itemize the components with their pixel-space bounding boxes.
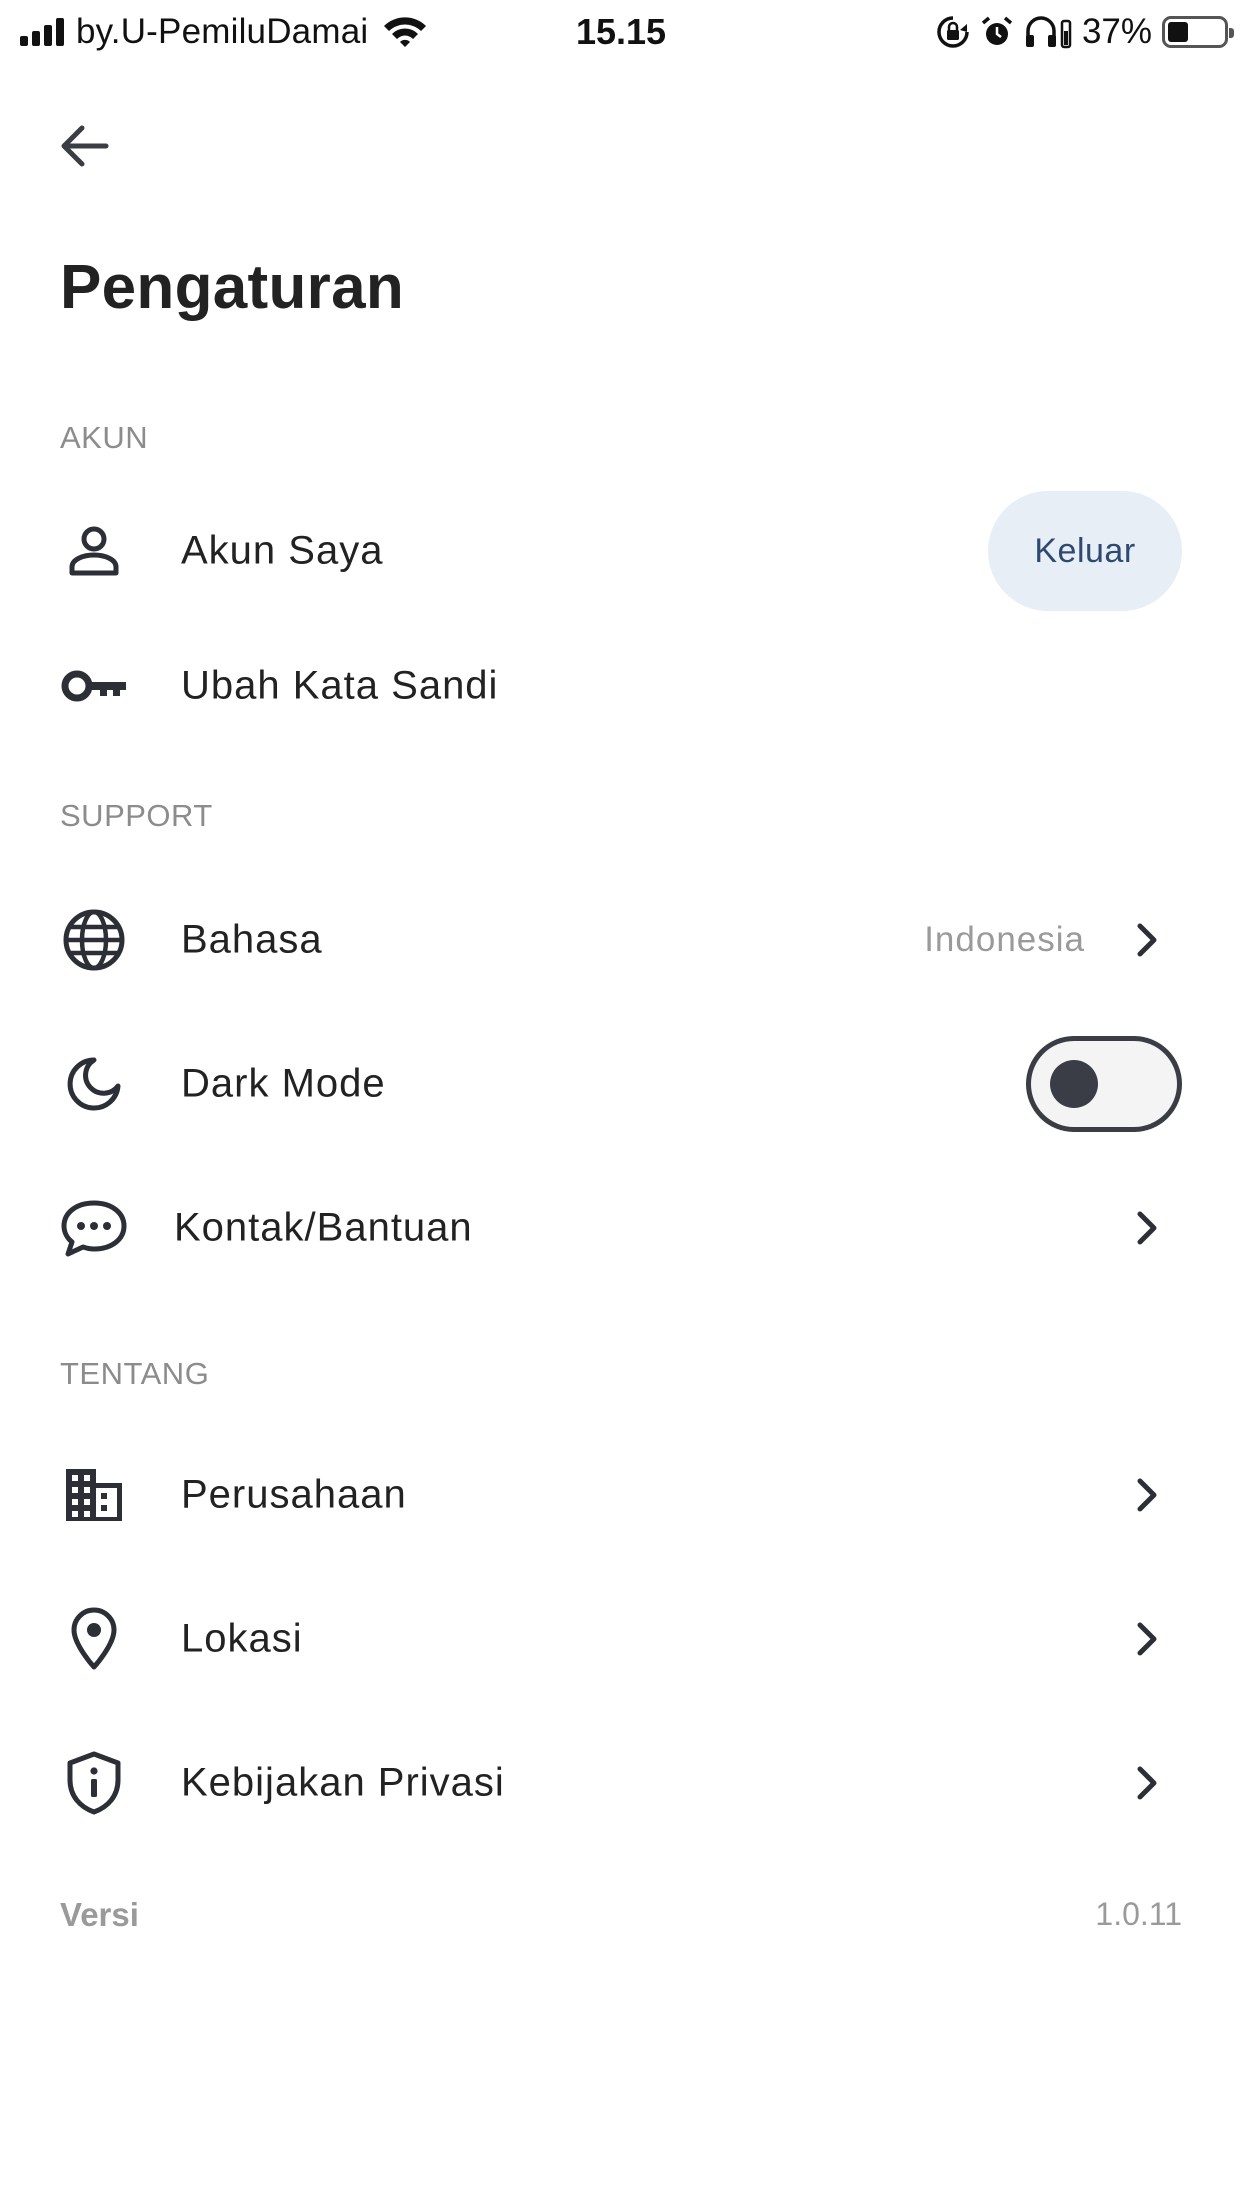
status-bar: by.U-PemiluDamai 15.15 37%	[0, 0, 1242, 64]
chevron-right-icon	[1137, 1478, 1157, 1512]
section-title-support: SUPPORT	[60, 798, 213, 833]
account-row[interactable]: Akun Saya Keluar	[0, 491, 1242, 611]
version-label: Versi	[60, 1896, 139, 1933]
location-pin-icon	[60, 1605, 128, 1673]
building-icon	[60, 1461, 128, 1529]
account-label: Akun Saya	[181, 528, 384, 573]
dark-mode-label: Dark Mode	[181, 1061, 386, 1106]
version-row: Versi 1.0.11	[60, 1896, 1182, 1946]
alarm-icon	[981, 16, 1013, 45]
contact-row[interactable]: Kontak/Bantuan	[0, 1168, 1242, 1288]
moon-icon	[60, 1050, 128, 1118]
change-password-row[interactable]: Ubah Kata Sandi	[0, 626, 1242, 746]
chat-bubble-icon	[60, 1194, 128, 1262]
chevron-right-icon	[1137, 923, 1157, 957]
battery-icon	[1162, 16, 1234, 48]
shield-info-icon	[60, 1749, 128, 1817]
chevron-right-icon	[1137, 1622, 1157, 1656]
section-title-about: TENTANG	[60, 1356, 210, 1391]
rotation-lock-icon	[937, 16, 969, 48]
back-button[interactable]	[54, 116, 114, 176]
chevron-right-icon	[1137, 1766, 1157, 1800]
location-label: Lokasi	[181, 1616, 303, 1661]
company-row[interactable]: Perusahaan	[0, 1435, 1242, 1555]
dark-mode-row: Dark Mode	[0, 1024, 1242, 1144]
contact-label: Kontak/Bantuan	[174, 1205, 473, 1250]
globe-icon	[60, 906, 128, 974]
language-row[interactable]: Bahasa Indonesia	[0, 880, 1242, 1000]
key-icon	[60, 652, 128, 720]
company-label: Perusahaan	[181, 1472, 407, 1517]
section-title-account: AKUN	[60, 420, 149, 455]
location-row[interactable]: Lokasi	[0, 1579, 1242, 1699]
language-label: Bahasa	[181, 917, 323, 962]
dark-mode-toggle[interactable]	[1026, 1036, 1182, 1132]
battery-percent: 37%	[1081, 12, 1152, 51]
version-value: 1.0.11	[1095, 1896, 1182, 1932]
person-icon	[60, 517, 128, 585]
privacy-row[interactable]: Kebijakan Privasi	[0, 1723, 1242, 1843]
status-bar-right: 37%	[936, 10, 1234, 54]
toggle-knob	[1050, 1060, 1098, 1108]
logout-button[interactable]: Keluar	[988, 491, 1182, 611]
arrow-left-icon	[61, 125, 109, 167]
chevron-right-icon	[1137, 1211, 1157, 1245]
page-title: Pengaturan	[60, 253, 405, 322]
headphones-icon	[1025, 16, 1072, 49]
language-value: Indonesia	[924, 920, 1085, 959]
change-password-label: Ubah Kata Sandi	[181, 663, 499, 708]
privacy-label: Kebijakan Privasi	[181, 1760, 505, 1805]
